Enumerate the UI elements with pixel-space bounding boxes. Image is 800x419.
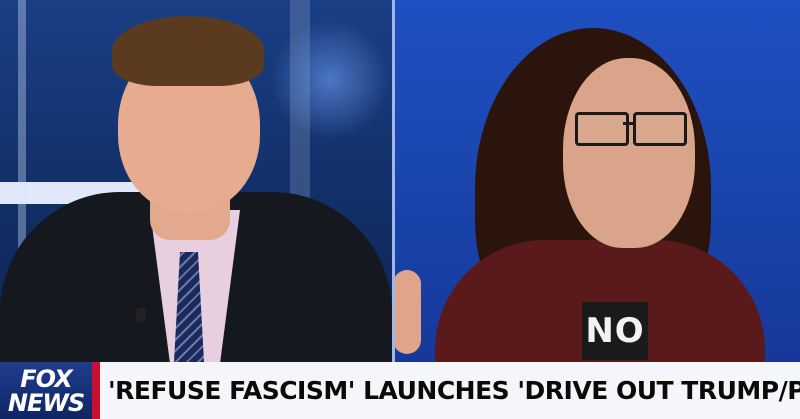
set-glow (270, 20, 390, 140)
lapel-microphone (136, 308, 146, 322)
guest-hand (395, 270, 421, 354)
broadcast-frame: NO FOX NEWS 'REFUSE FASCISM' LAUNCHES 'D… (0, 0, 800, 419)
glasses-bridge (623, 122, 633, 125)
headline-text: 'REFUSE FASCISM' LAUNCHES 'DRIVE OUT TRU… (108, 376, 800, 405)
guest-glasses-right (633, 112, 687, 146)
shirt-text: NO (585, 311, 645, 351)
logo-text-top: FOX (20, 364, 72, 393)
logo-text-bottom: NEWS (7, 388, 85, 417)
guest-glasses-left (575, 112, 629, 146)
host-hair (112, 16, 264, 86)
guest-face (563, 58, 695, 248)
fox-news-logo: FOX NEWS (0, 362, 92, 419)
guest-shirt-print: NO (582, 302, 648, 360)
host-panel (0, 0, 392, 362)
banner-accent (92, 362, 100, 419)
